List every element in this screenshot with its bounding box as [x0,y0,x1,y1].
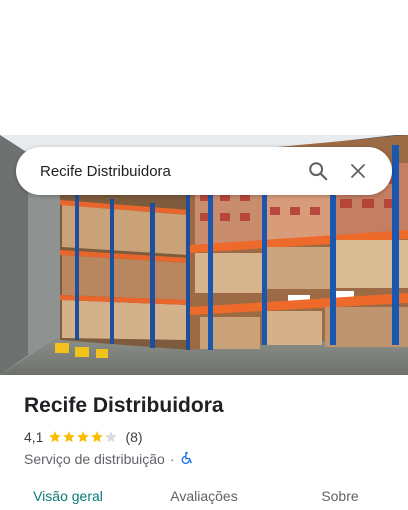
star-icon [49,431,62,443]
rating-value: 4,1 [24,429,44,445]
wheelchair-icon[interactable] [180,451,194,468]
star-icon [63,431,76,443]
place-page: Recife Distribuidora Recife Distribuidor… [0,0,408,510]
close-icon[interactable] [338,151,378,191]
place-info: Recife Distribuidora 4,1 (8) Serviço de … [24,392,394,468]
search-input[interactable]: Recife Distribuidora [40,163,298,180]
separator-dot: · [169,451,175,467]
tab-overview[interactable]: Visão geral [0,476,136,510]
place-title: Recife Distribuidora [24,394,224,417]
tab-about[interactable]: Sobre [272,476,408,510]
search-bar[interactable]: Recife Distribuidora [16,147,392,195]
rating-row[interactable]: 4,1 (8) [24,428,394,446]
review-count[interactable]: (8) [125,429,142,445]
search-icon[interactable] [298,151,338,191]
star-icon [77,431,90,443]
star-icon [105,431,118,443]
star-rating [48,430,118,444]
place-tabs: Visão geral Avaliações Sobre [0,476,408,510]
tab-reviews[interactable]: Avaliações [136,476,272,510]
star-icon [91,431,104,443]
category-row: Serviço de distribuição · [24,450,394,468]
place-category[interactable]: Serviço de distribuição [24,451,165,467]
